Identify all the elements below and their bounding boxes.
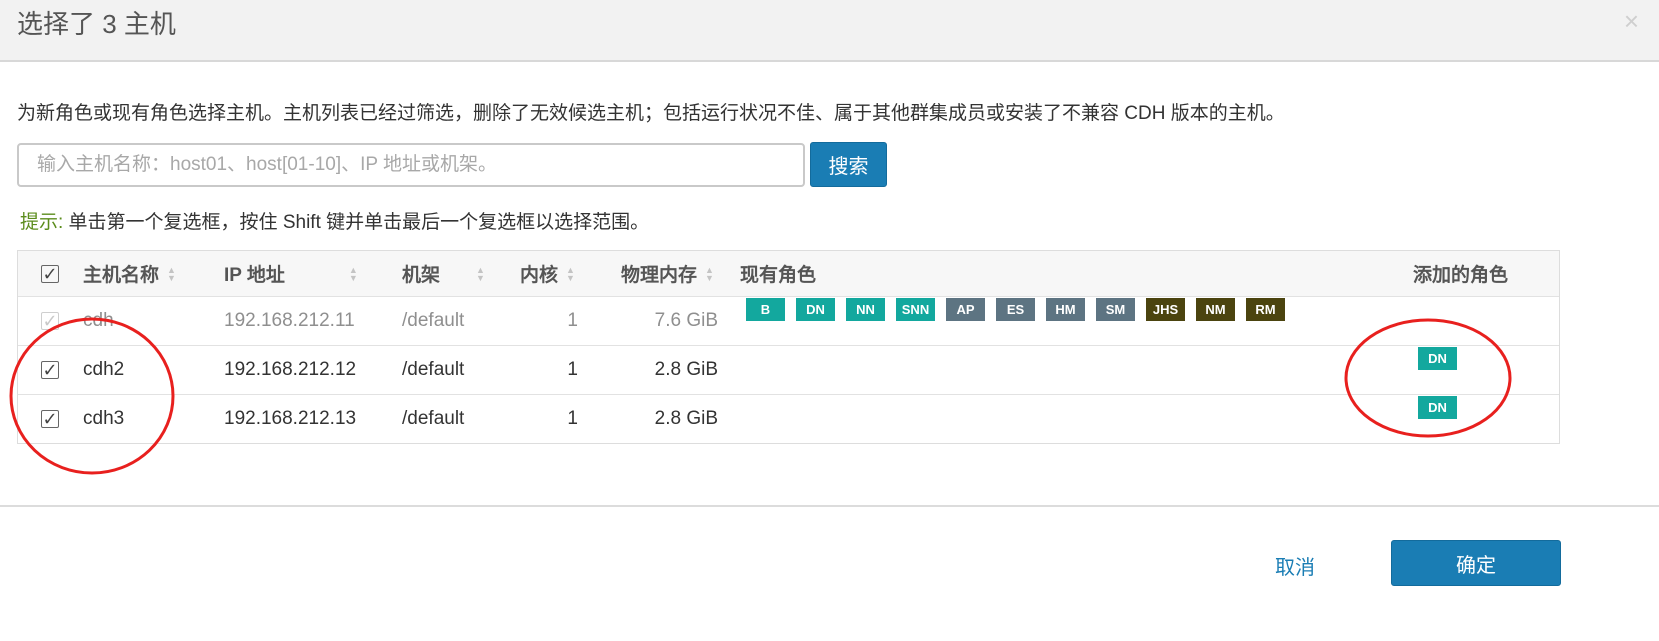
table-row[interactable]: ✓ cdh3 192.168.212.13/default 1 2.8 GiB DN xyxy=(18,394,1559,443)
sort-icon[interactable]: ▲ ▼ xyxy=(566,265,575,282)
role-badge: B xyxy=(746,297,785,321)
role-badge: NN xyxy=(846,297,885,321)
role-badge: NM xyxy=(1196,297,1235,321)
role-badge: JHS xyxy=(1146,297,1185,321)
select-all-checkbox[interactable]: ✓ xyxy=(41,251,59,296)
cell-cores: 1 xyxy=(567,359,578,380)
role-badge: ES xyxy=(996,297,1035,321)
cancel-link[interactable]: 取消 xyxy=(1275,551,1315,580)
dialog-description: 为新角色或现有角色选择主机。主机列表已经过筛选，删除了无效候选主机；包括运行状况… xyxy=(17,103,1285,124)
cell-hostname: cdh xyxy=(83,310,114,331)
role-badge: RM xyxy=(1246,297,1285,321)
hint-label: 提示: xyxy=(20,212,64,233)
role-badge: HM xyxy=(1046,297,1085,321)
cell-ip: 192.168.212.12 xyxy=(224,359,357,380)
column-header-added-roles: 添加的角色 xyxy=(1413,265,1509,286)
host-rows: ✓ cdh 192.168.212.11/default 1 7.6 GiB B DN NN S… xyxy=(18,296,1559,443)
dialog-header: 选择了 3 主机 × xyxy=(0,0,1659,62)
cell-cores: 1 xyxy=(567,310,578,331)
cell-ip: 192.168.212.13 xyxy=(224,408,357,429)
column-header-memory[interactable]: 物理内存 ▲ ▼ xyxy=(621,251,714,296)
cell-cores: 1 xyxy=(567,408,578,429)
footer-divider xyxy=(0,505,1659,507)
host-search-input[interactable] xyxy=(17,143,805,187)
cell-hostname: cdh3 xyxy=(83,408,125,429)
checkbox-check-icon[interactable]: ✓ xyxy=(41,410,59,428)
cell-ip: 192.168.212.11 xyxy=(224,310,355,331)
row-checkbox[interactable]: ✓ xyxy=(41,346,59,394)
existing-roles: B DN NN SNN AP ES HM SM JHS NM RM xyxy=(746,285,1296,333)
column-header-ip[interactable]: IP 地址 ▲ ▼ xyxy=(224,251,358,296)
cell-memory: 2.8 GiB xyxy=(654,408,718,429)
role-badge: SNN xyxy=(896,297,935,321)
close-icon[interactable]: × xyxy=(1624,8,1639,34)
cell-rack: /default xyxy=(402,310,465,331)
dialog-title: 选择了 3 主机 xyxy=(17,9,176,39)
table-row: ✓ cdh 192.168.212.11/default 1 7.6 GiB B DN NN S… xyxy=(18,296,1559,345)
selection-hint: 提示: 单击第一个复选框，按住 Shift 键并单击最后一个复选框以选择范围。 xyxy=(20,207,649,234)
column-header-hostname[interactable]: 主机名称 ▲ ▼ xyxy=(83,251,176,296)
host-table: ✓ 主机名称 ▲ ▼ IP 地址 ▲ ▼ 机架 ▲ ▼ 内核 ▲ ▼ 物理内存 ▲ ▼ 现… xyxy=(17,250,1560,444)
sort-icon[interactable]: ▲ ▼ xyxy=(167,265,176,282)
search-button[interactable]: 搜索 xyxy=(810,142,887,187)
row-checkbox[interactable]: ✓ xyxy=(41,395,59,443)
added-roles: DN xyxy=(1418,383,1468,431)
confirm-button[interactable]: 确定 xyxy=(1391,540,1561,586)
sort-icon[interactable]: ▲ ▼ xyxy=(705,265,714,282)
added-role-badge[interactable]: DN xyxy=(1418,395,1457,419)
select-all-check-icon[interactable]: ✓ xyxy=(41,264,59,283)
added-role-badge[interactable]: DN xyxy=(1418,346,1457,370)
cell-rack: /default xyxy=(402,359,465,380)
column-header-rack[interactable]: 机架 ▲ ▼ xyxy=(402,251,485,296)
cell-hostname: cdh2 xyxy=(83,359,125,380)
row-checkbox: ✓ xyxy=(41,297,59,345)
cell-memory: 7.6 GiB xyxy=(654,310,718,331)
column-header-cores[interactable]: 内核 ▲ ▼ xyxy=(520,251,575,296)
sort-icon[interactable]: ▲ ▼ xyxy=(476,265,485,282)
role-badge: SM xyxy=(1096,297,1135,321)
role-badge: AP xyxy=(946,297,985,321)
cell-memory: 2.8 GiB xyxy=(654,359,718,380)
added-roles: DN xyxy=(1418,334,1468,382)
table-row[interactable]: ✓ cdh2 192.168.212.12/default 1 2.8 GiB DN xyxy=(18,345,1559,394)
sort-icon[interactable]: ▲ ▼ xyxy=(349,265,358,282)
checkbox-check-icon: ✓ xyxy=(41,311,59,331)
cell-rack: /default xyxy=(402,408,465,429)
role-badge: DN xyxy=(796,297,835,321)
hint-text: 单击第一个复选框，按住 Shift 键并单击最后一个复选框以选择范围。 xyxy=(63,212,650,233)
checkbox-check-icon[interactable]: ✓ xyxy=(41,361,59,379)
